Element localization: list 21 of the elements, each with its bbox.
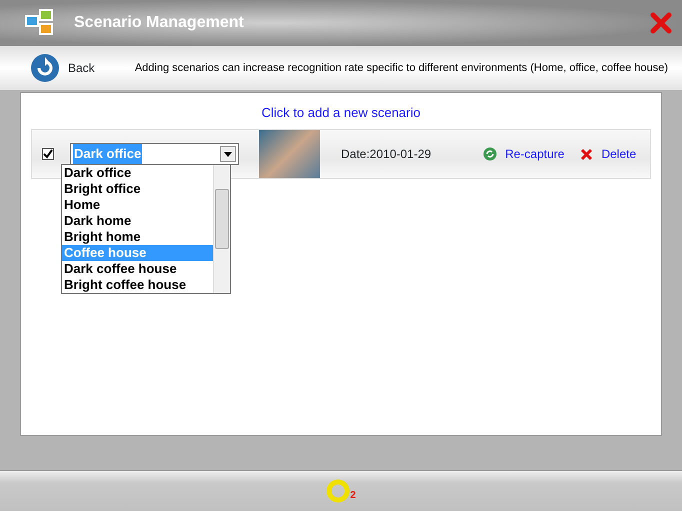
dropdown-option[interactable]: Dark home xyxy=(62,213,213,229)
delete-link[interactable]: Delete xyxy=(601,145,636,163)
recapture-link[interactable]: Re-capture xyxy=(505,145,564,163)
add-scenario-link[interactable]: Click to add a new scenario xyxy=(262,105,420,120)
back-button[interactable]: Back xyxy=(30,53,95,83)
refresh-icon xyxy=(483,147,498,161)
dropdown-option[interactable]: Dark office xyxy=(62,165,213,181)
date-text: Date:2010-01-29 xyxy=(341,146,432,163)
dropdown-option[interactable]: Bright home xyxy=(62,229,213,245)
checkbox[interactable] xyxy=(42,148,54,160)
window-title: Scenario Management xyxy=(74,13,244,33)
caret-icon[interactable] xyxy=(220,146,236,162)
scrollbar[interactable] xyxy=(213,165,230,293)
photo-placeholder xyxy=(259,130,320,178)
delete-icon xyxy=(580,148,594,160)
dropdown-option[interactable]: Home xyxy=(62,197,213,213)
dropdown-option[interactable]: Bright office xyxy=(62,181,213,197)
dropdown-option[interactable]: Bright coffee house xyxy=(62,277,213,293)
hint-text: Adding scenarios can increase recognition rate specific to different environments (Home, office, coffee house) xyxy=(134,60,668,76)
dropdown-option[interactable]: Dark coffee house xyxy=(62,261,213,277)
o2-logo: 2 xyxy=(326,479,356,503)
